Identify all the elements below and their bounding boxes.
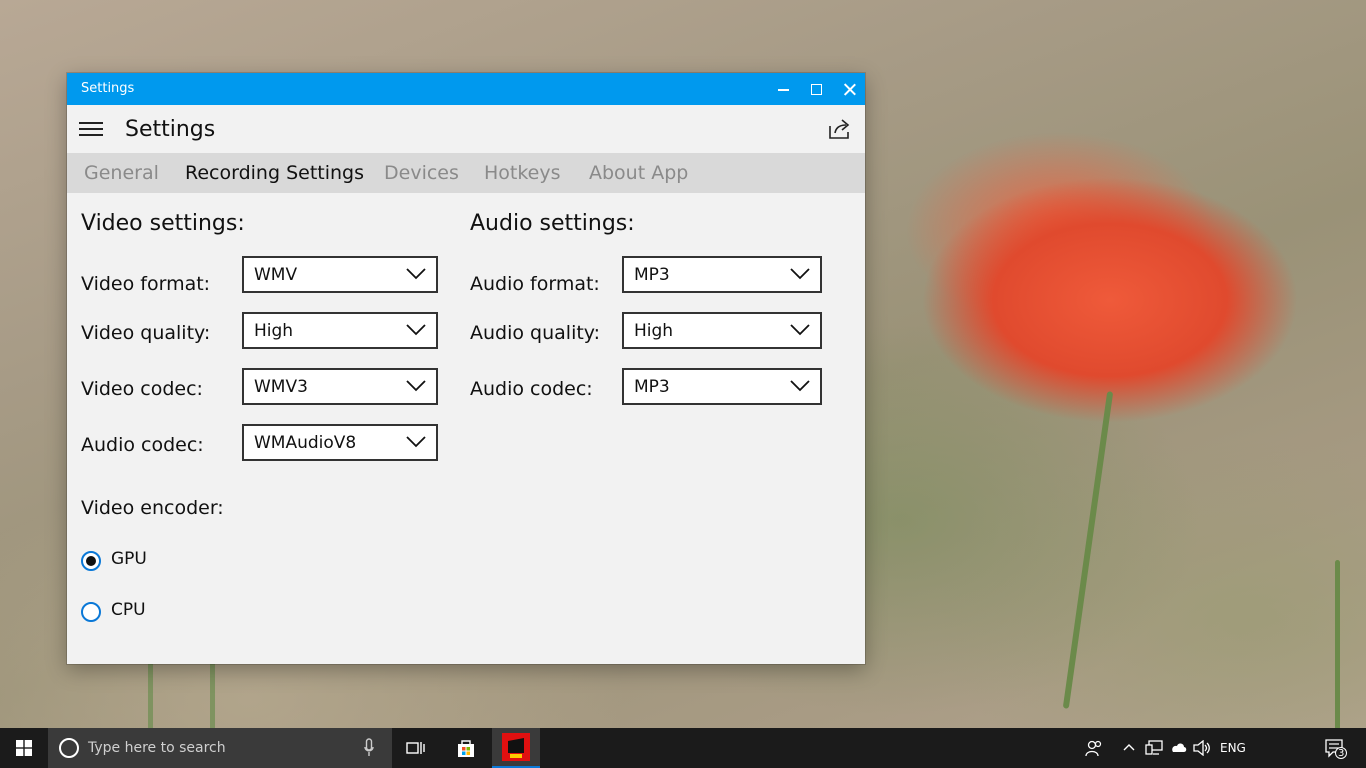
volume-icon[interactable] [1193, 740, 1211, 756]
video-quality-label: Video quality: [81, 322, 211, 344]
settings-window: Settings Settings General Recording Sett… [67, 73, 865, 664]
app-header: Settings [67, 105, 865, 153]
microphone-icon[interactable] [364, 738, 374, 758]
language-indicator[interactable]: ENG [1220, 741, 1246, 755]
audio-codec-dropdown[interactable]: MP3 [622, 368, 822, 405]
audio-quality-label: Audio quality: [470, 322, 601, 344]
flower-stem [1062, 391, 1114, 709]
close-button[interactable] [833, 73, 866, 105]
network-icon[interactable] [1145, 740, 1163, 756]
recorder-app-icon [502, 733, 530, 761]
tab-bar: General Recording Settings Devices Hotke… [67, 153, 865, 193]
audio-codec-value: MP3 [634, 377, 670, 397]
cortana-icon [59, 738, 79, 758]
minimize-button[interactable] [767, 73, 800, 105]
video-audio-codec-value: WMAudioV8 [254, 433, 357, 453]
onedrive-icon[interactable] [1169, 741, 1187, 753]
search-placeholder: Type here to search [88, 740, 226, 756]
minimize-icon [778, 89, 789, 91]
audio-format-label: Audio format: [470, 273, 600, 295]
video-format-label: Video format: [81, 273, 211, 295]
video-format-dropdown[interactable]: WMV [242, 256, 438, 293]
task-view-icon [406, 742, 425, 754]
store-icon [458, 740, 474, 757]
video-codec-label: Video codec: [81, 378, 203, 400]
audio-settings-title: Audio settings: [470, 211, 635, 236]
tab-about-app[interactable]: About App [589, 162, 688, 184]
maximize-button[interactable] [800, 73, 833, 105]
chevron-down-icon [406, 380, 426, 392]
maximize-icon [811, 83, 822, 95]
video-codec-dropdown[interactable]: WMV3 [242, 368, 438, 405]
video-encoder-label: Video encoder: [81, 497, 224, 519]
people-icon[interactable] [1085, 739, 1103, 757]
page-title: Settings [125, 117, 216, 142]
video-quality-dropdown[interactable]: High [242, 312, 438, 349]
audio-quality-dropdown[interactable]: High [622, 312, 822, 349]
audio-format-dropdown[interactable]: MP3 [622, 256, 822, 293]
chevron-down-icon [790, 268, 810, 280]
audio-codec-label: Audio codec: [470, 378, 593, 400]
chevron-down-icon [406, 324, 426, 336]
cpu-radio-label[interactable]: CPU [111, 600, 146, 620]
chevron-down-icon [790, 324, 810, 336]
tab-devices[interactable]: Devices [384, 162, 459, 184]
hamburger-menu-icon[interactable] [79, 122, 103, 136]
store-button[interactable] [442, 728, 490, 768]
chevron-down-icon [790, 380, 810, 392]
audio-quality-value: High [634, 321, 674, 341]
task-view-button[interactable] [392, 728, 440, 768]
notification-count-badge: 3 [1338, 748, 1345, 759]
recorder-app-button[interactable] [492, 728, 540, 768]
tab-hotkeys[interactable]: Hotkeys [484, 162, 561, 184]
window-title: Settings [81, 81, 135, 96]
chevron-up-icon[interactable] [1123, 743, 1135, 751]
chevron-down-icon [406, 268, 426, 280]
tab-general[interactable]: General [84, 162, 159, 184]
title-bar[interactable]: Settings [67, 73, 865, 105]
video-audio-codec-dropdown[interactable]: WMAudioV8 [242, 424, 438, 461]
video-settings-title: Video settings: [81, 211, 245, 236]
chevron-down-icon [406, 436, 426, 448]
taskbar-search-box[interactable]: Type here to search [48, 728, 392, 768]
audio-format-value: MP3 [634, 265, 670, 285]
cpu-radio[interactable] [81, 602, 101, 622]
share-icon[interactable] [827, 117, 853, 141]
close-icon [843, 83, 856, 96]
video-codec-value: WMV3 [254, 377, 308, 397]
video-quality-value: High [254, 321, 294, 341]
taskbar: Type here to search ENG 3 [0, 728, 1366, 768]
start-button[interactable] [0, 728, 48, 768]
gpu-radio-label[interactable]: GPU [111, 549, 147, 569]
windows-logo-icon [16, 740, 32, 756]
video-format-value: WMV [254, 265, 298, 285]
flower-stem [1335, 560, 1340, 730]
tab-recording-settings[interactable]: Recording Settings [185, 162, 364, 184]
gpu-radio[interactable] [81, 551, 101, 571]
video-audio-codec-label: Audio codec: [81, 434, 204, 456]
